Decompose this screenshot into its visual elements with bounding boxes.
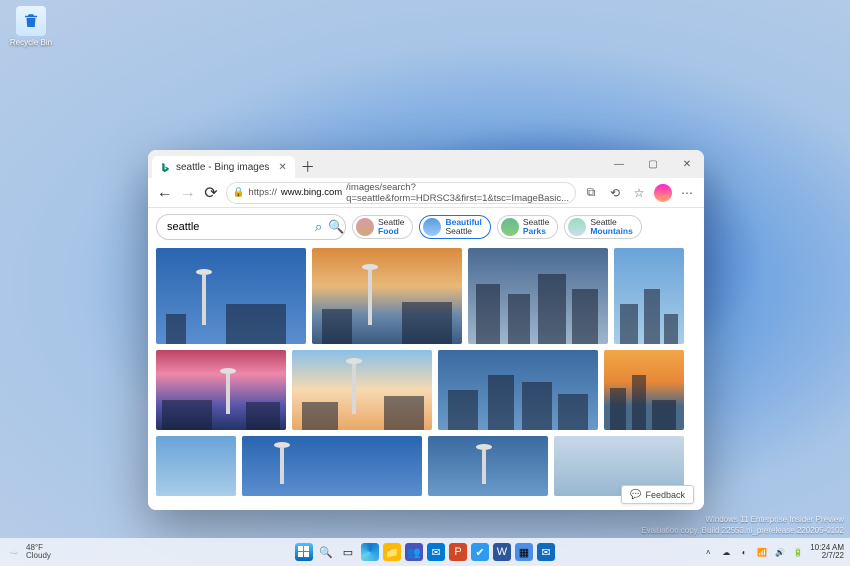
recycle-bin-icon — [16, 6, 46, 36]
battery-icon[interactable]: 🔋 — [792, 546, 804, 558]
chevron-up-icon[interactable]: ˄ — [702, 546, 714, 558]
image-result[interactable] — [614, 248, 684, 344]
image-result[interactable] — [156, 436, 236, 496]
image-result[interactable] — [292, 350, 432, 430]
taskbar-weather-widget[interactable]: ☁️ 48°F Cloudy — [6, 544, 51, 560]
start-button[interactable] — [295, 543, 313, 561]
suggestion-chip-parks[interactable]: SeattleParks — [497, 215, 558, 239]
visual-search-icon[interactable]: ⌕ — [315, 219, 322, 235]
related-searches: SeattleFood BeautifulSeattle SeattlePark… — [352, 215, 642, 239]
weather-desc: Cloudy — [26, 552, 51, 560]
edge-icon[interactable] — [361, 543, 379, 561]
url-path: /images/search?q=seattle&form=HDRSC3&fir… — [346, 182, 569, 204]
taskbar-clock[interactable]: 10:24 AM 2/7/22 — [810, 544, 844, 561]
back-button[interactable]: ← — [156, 183, 173, 203]
image-search-box[interactable]: ⌕ 🔍 — [156, 214, 346, 240]
suggestion-chip-mountains[interactable]: SeattleMountains — [564, 215, 642, 239]
read-aloud-icon[interactable]: ⧉ — [582, 184, 600, 202]
mail-icon[interactable]: ✉ — [537, 543, 555, 561]
window-minimize-button[interactable]: ― — [602, 150, 636, 178]
app-icon[interactable]: ▦ — [515, 543, 533, 561]
tab-close-icon[interactable]: ✕ — [278, 162, 286, 173]
image-result[interactable] — [428, 436, 548, 496]
word-icon[interactable]: W — [493, 543, 511, 561]
weather-icon: ☁️ — [6, 544, 22, 560]
chip-thumb-icon — [423, 218, 441, 236]
suggestion-chip-beautiful[interactable]: BeautifulSeattle — [419, 215, 490, 239]
wifi-icon[interactable]: 📶 — [756, 546, 768, 558]
image-result[interactable] — [438, 350, 598, 430]
search-input[interactable] — [167, 221, 309, 233]
menu-icon[interactable]: ⋯ — [678, 184, 696, 202]
volume-icon[interactable]: 🔊 — [774, 546, 786, 558]
onedrive-icon[interactable]: ☁ — [720, 546, 732, 558]
image-result[interactable] — [156, 248, 306, 344]
outlook-icon[interactable]: ✉ — [427, 543, 445, 561]
refresh-button[interactable]: ⟳ — [202, 183, 219, 203]
image-result[interactable] — [312, 248, 462, 344]
lock-icon: 🔒 — [233, 187, 245, 198]
browser-tab[interactable]: seattle - Bing images ✕ — [152, 156, 295, 178]
search-button[interactable]: 🔍 — [317, 543, 335, 561]
chat-icon: 💬 — [630, 489, 641, 500]
bing-favicon-icon — [160, 162, 171, 173]
forward-button[interactable]: → — [179, 183, 196, 203]
desktop-icon-label: Recycle Bin — [6, 38, 56, 47]
browser-window: seattle - Bing images ✕ ＋ ― ▢ ✕ ← → ⟳ 🔒 … — [148, 150, 704, 510]
profile-avatar[interactable] — [654, 184, 672, 202]
file-explorer-icon[interactable]: 📁 — [383, 543, 401, 561]
suggestion-chip-food[interactable]: SeattleFood — [352, 215, 413, 239]
image-result[interactable] — [242, 436, 422, 496]
new-tab-button[interactable]: ＋ — [297, 156, 319, 178]
desktop-icon-recycle-bin[interactable]: Recycle Bin — [6, 6, 56, 47]
image-result[interactable] — [604, 350, 684, 430]
chip-thumb-icon — [568, 218, 586, 236]
windows-watermark: Windows 11 Enterprise Insider Preview Ev… — [641, 515, 844, 536]
powerpoint-icon[interactable]: P — [449, 543, 467, 561]
image-results-grid — [148, 244, 704, 500]
todo-icon[interactable]: ✔ — [471, 543, 489, 561]
chip-thumb-icon — [501, 218, 519, 236]
extensions-icon[interactable]: ⟲ — [606, 184, 624, 202]
taskbar[interactable]: ☁️ 48°F Cloudy 🔍 ▭ 📁 👥 ✉ P ✔ W ▦ ✉ ˄ ☁ ◐… — [0, 538, 850, 566]
page-content: ⌕ 🔍 SeattleFood BeautifulSeattle Seattle… — [148, 208, 704, 510]
system-tray[interactable]: ˄ ☁ ◐ 📶 🔊 🔋 10:24 AM 2/7/22 — [702, 544, 844, 561]
tab-title: seattle - Bing images — [176, 162, 269, 173]
taskbar-apps: 🔍 ▭ 📁 👥 ✉ P ✔ W ▦ ✉ — [295, 543, 555, 561]
window-close-button[interactable]: ✕ — [670, 150, 704, 178]
url-scheme: https:// — [248, 187, 277, 198]
feedback-button[interactable]: 💬 Feedback — [621, 485, 694, 504]
search-icon[interactable]: 🔍 — [328, 219, 344, 235]
feedback-label: Feedback — [645, 490, 685, 500]
window-maximize-button[interactable]: ▢ — [636, 150, 670, 178]
image-result[interactable] — [156, 350, 286, 430]
browser-toolbar: ← → ⟳ 🔒 https:// www.bing.com/images/sear… — [148, 178, 704, 208]
image-result[interactable] — [468, 248, 608, 344]
clock-date: 2/7/22 — [810, 552, 844, 560]
favorites-icon[interactable]: ☆ — [630, 184, 648, 202]
tray-icon[interactable]: ◐ — [738, 546, 750, 558]
address-bar[interactable]: 🔒 https:// www.bing.com/images/search?q=s… — [226, 182, 576, 204]
teams-icon[interactable]: 👥 — [405, 543, 423, 561]
chip-thumb-icon — [356, 218, 374, 236]
task-view-button[interactable]: ▭ — [339, 543, 357, 561]
titlebar[interactable]: seattle - Bing images ✕ ＋ ― ▢ ✕ — [148, 150, 704, 178]
url-host: www.bing.com — [281, 187, 342, 198]
